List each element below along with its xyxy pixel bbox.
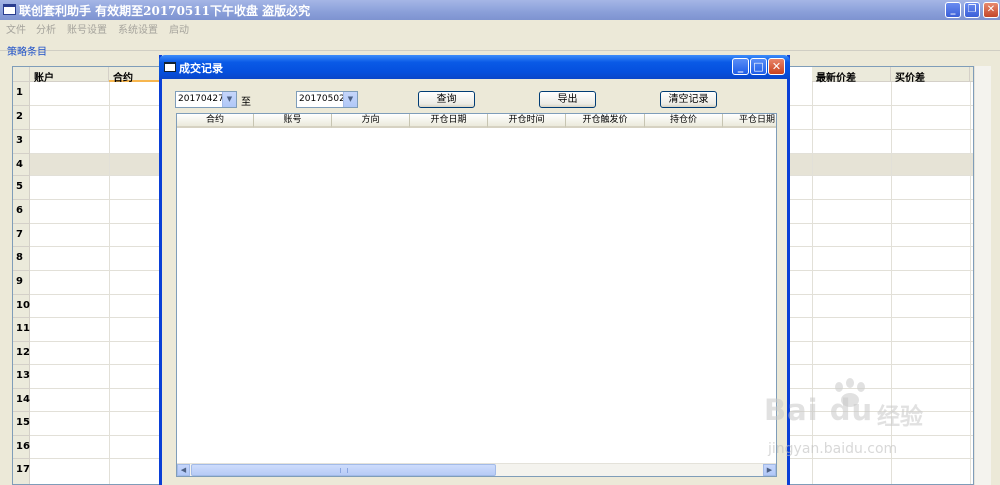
minimize-button[interactable]: _ <box>945 2 961 18</box>
column-header-position-price[interactable]: 持仓价 <box>645 114 723 128</box>
row-number[interactable]: 7 <box>13 224 30 247</box>
menu-account-settings[interactable]: 账号设置 <box>67 21 107 36</box>
trade-records-dialog: 成交记录 _ □ ✕ 20170427 ▼ 至 20170502 ▼ 查询 导出… <box>159 55 790 485</box>
grid-column-line <box>109 82 110 484</box>
column-header-buy-spread[interactable]: 买价差 <box>891 67 970 84</box>
export-button[interactable]: 导出 <box>539 91 596 108</box>
query-button[interactable]: 查询 <box>418 91 475 108</box>
row-number[interactable]: 16 <box>13 436 30 459</box>
row-number[interactable]: 9 <box>13 271 30 295</box>
column-header-account-no[interactable]: 账号 <box>254 114 332 128</box>
column-header-contract[interactable]: 合约 <box>177 114 254 128</box>
row-number[interactable]: 15 <box>13 412 30 436</box>
grid-corner <box>13 67 30 82</box>
row-number[interactable]: 5 <box>13 176 30 200</box>
row-number[interactable]: 8 <box>13 247 30 271</box>
chevron-down-icon[interactable]: ▼ <box>343 92 357 107</box>
watermark-brand: Bai du <box>764 393 874 427</box>
end-date-select[interactable]: 20170502 ▼ <box>296 91 358 108</box>
group-box-border <box>0 50 1000 51</box>
trade-records-list[interactable]: 合约 账号 方向 开仓日期 开仓时间 开仓触发价 持仓价 平仓日期 ◀ ▶ <box>176 113 777 477</box>
row-number[interactable]: 1 <box>13 82 30 106</box>
menu-file[interactable]: 文件 <box>6 21 26 36</box>
restore-button[interactable]: ❐ <box>964 2 980 18</box>
window-icon <box>3 4 16 15</box>
row-number[interactable]: 6 <box>13 200 30 224</box>
row-number-selected[interactable]: 4 <box>13 154 30 176</box>
row-number[interactable]: 2 <box>13 106 30 130</box>
main-title-bar[interactable]: 联创套利助手 有效期至20170511下午收盘 盗版必究 _ ❐ ✕ <box>0 0 1000 20</box>
baidu-jingyan-watermark: Bai du 经验 jingyan.baidu.com <box>758 378 988 468</box>
menu-analysis[interactable]: 分析 <box>36 21 56 36</box>
dialog-title: 成交记录 <box>179 62 223 75</box>
menu-system-settings[interactable]: 系统设置 <box>118 21 158 36</box>
dialog-minimize-button[interactable]: _ <box>732 58 749 75</box>
column-header-open-date[interactable]: 开仓日期 <box>410 114 488 128</box>
date-range-to-label: 至 <box>241 97 251 108</box>
column-header-open-trigger-price[interactable]: 开仓触发价 <box>566 114 645 128</box>
menu-start[interactable]: 启动 <box>169 21 189 36</box>
list-horizontal-scrollbar[interactable]: ◀ ▶ <box>177 463 776 476</box>
watermark-brand-cn: 经验 <box>877 404 923 430</box>
row-number[interactable]: 13 <box>13 365 30 389</box>
start-date-select[interactable]: 20170427 ▼ <box>175 91 237 108</box>
watermark-url: jingyan.baidu.com <box>768 441 898 457</box>
row-number[interactable]: 17 <box>13 459 30 484</box>
column-header-close-date[interactable]: 平仓日期 <box>723 114 776 128</box>
row-number[interactable]: 12 <box>13 342 30 365</box>
scrollbar-grip <box>340 468 348 473</box>
row-number[interactable]: 10 <box>13 295 30 318</box>
row-number[interactable]: 14 <box>13 389 30 412</box>
row-number[interactable]: 3 <box>13 130 30 154</box>
dialog-window-icon <box>164 62 176 72</box>
column-header-direction[interactable]: 方向 <box>332 114 410 128</box>
strategy-group-label: 策略条目 <box>7 47 47 58</box>
close-button[interactable]: ✕ <box>983 2 999 18</box>
app-root: 联创套利助手 有效期至20170511下午收盘 盗版必究 _ ❐ ✕ 文件 分析… <box>0 0 1000 485</box>
scroll-left-icon[interactable]: ◀ <box>177 464 190 476</box>
column-header-open-time[interactable]: 开仓时间 <box>488 114 566 128</box>
column-header-latest-spread[interactable]: 最新价差 <box>812 67 891 84</box>
clear-records-button[interactable]: 清空记录 <box>660 91 717 108</box>
menu-bar: 文件 分析 账号设置 系统设置 启动 <box>0 20 1000 36</box>
main-window-title: 联创套利助手 有效期至20170511下午收盘 盗版必究 <box>19 4 311 18</box>
column-header-account[interactable]: 账户 <box>30 67 109 84</box>
dialog-maximize-button[interactable]: □ <box>750 58 767 75</box>
chevron-down-icon[interactable]: ▼ <box>222 92 236 107</box>
dialog-title-bar[interactable]: 成交记录 _ □ ✕ <box>159 55 790 79</box>
scrollbar-thumb[interactable] <box>191 464 496 476</box>
dialog-close-button[interactable]: ✕ <box>768 58 785 75</box>
start-date-value: 20170427 <box>178 94 224 104</box>
end-date-value: 20170502 <box>299 94 345 104</box>
row-number[interactable]: 11 <box>13 318 30 342</box>
